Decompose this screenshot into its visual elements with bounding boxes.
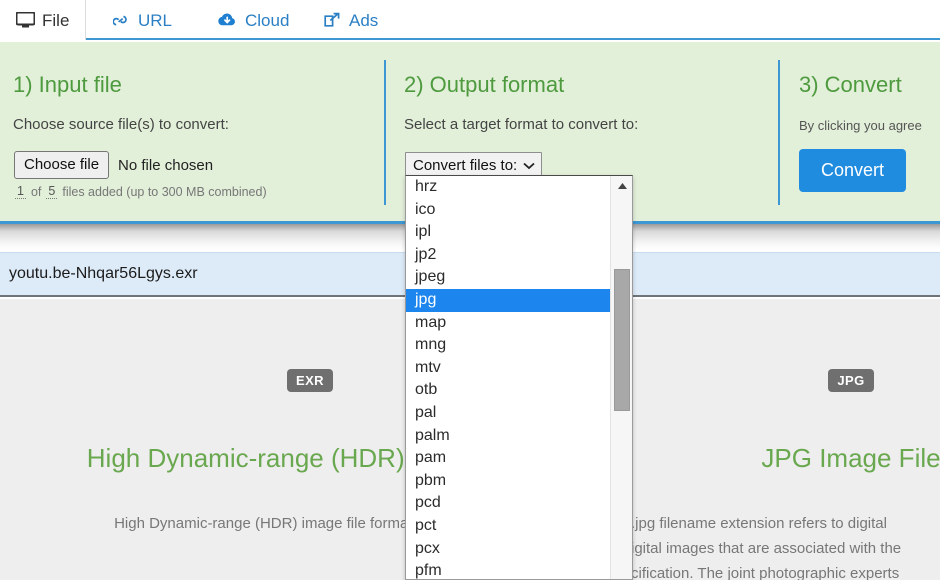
file-count-of: of xyxy=(30,184,42,199)
dropdown-option[interactable]: otb xyxy=(406,379,611,402)
dropdown-scroll-thumb[interactable] xyxy=(614,269,630,411)
step-3-title: 3) Convert xyxy=(799,72,902,97)
dropdown-option[interactable]: jpeg xyxy=(406,266,611,289)
monitor-icon xyxy=(16,12,35,28)
step-1-subtitle: Choose source file(s) to convert: xyxy=(13,116,229,133)
dropdown-option[interactable]: pcx xyxy=(406,538,611,561)
target-format-badge: JPG xyxy=(828,369,874,392)
dropdown-option[interactable]: pbm xyxy=(406,470,611,493)
link-icon xyxy=(113,12,131,28)
file-input-group[interactable]: Choose file No file chosen xyxy=(14,151,214,180)
tab-url[interactable]: URL xyxy=(97,0,188,40)
target-badge-wrap: JPG xyxy=(621,369,940,392)
tab-ads-label: Ads xyxy=(349,10,379,30)
step-2-subtitle: Select a target format to convert to: xyxy=(404,116,639,133)
step-3-convert: 3) Convert By clicking you agree Convert xyxy=(780,42,940,222)
step-1-input-file: 1) Input file Choose source file(s) to c… xyxy=(0,42,385,222)
target-format-title: JPG Image File xyxy=(761,443,940,473)
dropdown-option[interactable]: ipl xyxy=(406,221,611,244)
dropdown-option[interactable]: mtv xyxy=(406,357,611,380)
cloud-download-icon xyxy=(217,12,238,28)
file-count-max[interactable]: 5 xyxy=(46,184,58,199)
dropdown-option[interactable]: ico xyxy=(406,199,611,222)
target-format-description: .jpg filename extension refers to digita… xyxy=(631,515,902,580)
dropdown-option[interactable]: pfm xyxy=(406,560,611,579)
dropdown-option[interactable]: pam xyxy=(406,447,611,470)
file-row-filename: youtu.be-Nhqar56Lgys.exr xyxy=(9,265,198,282)
step-2-title: 2) Output format xyxy=(404,72,565,97)
dropdown-option[interactable]: hrz xyxy=(406,176,611,199)
dropdown-option[interactable]: pcd xyxy=(406,492,611,515)
dropdown-option[interactable]: mng xyxy=(406,334,611,357)
tab-cloud-label: Cloud xyxy=(245,10,290,30)
dropdown-option[interactable]: jp2 xyxy=(406,244,611,267)
step-1-title: 1) Input file xyxy=(13,72,122,97)
target-format-info: JPG JPG Image File .jpg filename extensi… xyxy=(621,299,940,580)
agree-text: By clicking you agree xyxy=(799,118,922,133)
tab-cloud[interactable]: Cloud xyxy=(201,0,305,40)
converter-page: File URL Cloud Ads 1) Input file Choose … xyxy=(0,0,940,580)
dropdown-option[interactable]: jpg xyxy=(406,288,613,312)
chosen-file-status: No file chosen xyxy=(118,156,214,174)
file-count-status: 1 of 5 files added (up to 300 MB combine… xyxy=(15,184,267,199)
source-format-badge: EXR xyxy=(287,369,333,392)
tab-url-label: URL xyxy=(138,10,173,30)
tab-ads[interactable]: Ads xyxy=(308,0,394,40)
external-link-icon xyxy=(324,12,342,28)
output-format-select-label: Convert files to: xyxy=(413,157,518,174)
file-count-suffix: files added (up to 300 MB combined) xyxy=(62,184,267,199)
dropdown-option[interactable]: palm xyxy=(406,425,611,448)
chevron-down-icon xyxy=(523,156,535,176)
dropdown-option[interactable]: pct xyxy=(406,515,611,538)
convert-button[interactable]: Convert xyxy=(799,149,907,192)
output-format-dropdown[interactable]: hrz ico ipl jp2 jpeg jpg map mng mtv otb pal palm pa… xyxy=(405,175,633,580)
choose-file-button[interactable]: Choose file xyxy=(14,151,110,180)
tab-file-label: File xyxy=(42,10,70,30)
file-count-current[interactable]: 1 xyxy=(15,184,26,199)
dropdown-scrollbar[interactable] xyxy=(610,176,632,579)
output-format-option-list[interactable]: hrz ico ipl jp2 jpeg jpg map mng mtv otb pal palm pa… xyxy=(406,176,613,579)
dropdown-option[interactable]: pal xyxy=(406,402,611,425)
dropdown-option[interactable]: map xyxy=(406,312,611,335)
tab-file[interactable]: File xyxy=(0,0,87,40)
triangle-up-icon[interactable] xyxy=(611,176,632,196)
source-tab-bar: File URL Cloud Ads xyxy=(0,0,940,40)
